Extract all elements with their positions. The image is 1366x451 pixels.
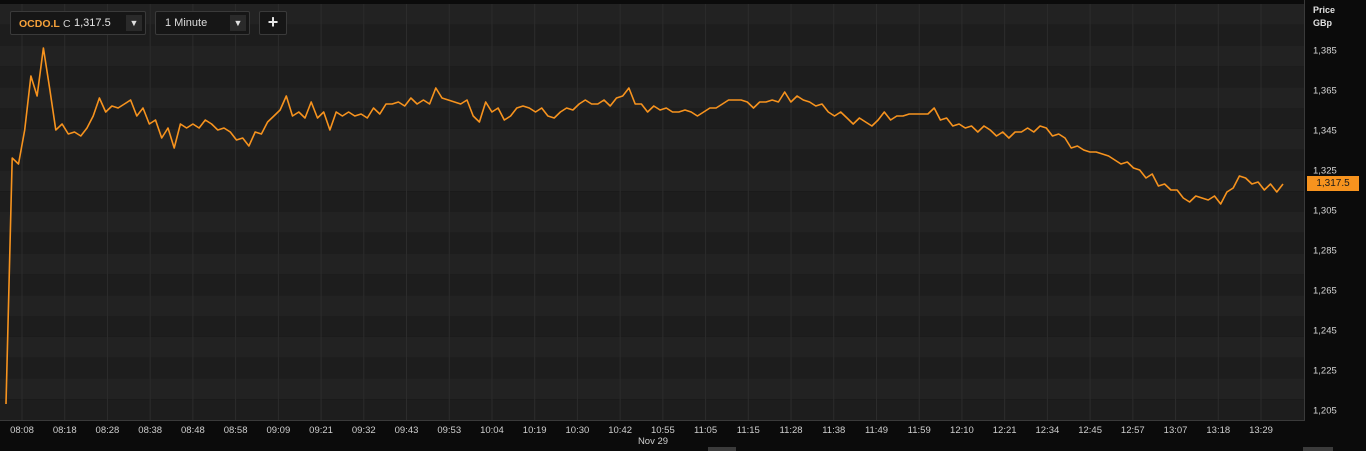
x-tick-label: 10:55 xyxy=(651,425,675,436)
triangle-down-icon[interactable]: ▼ xyxy=(230,15,246,31)
instrument-ric: OCDO.L xyxy=(19,18,60,30)
y-tick-label: 1,265 xyxy=(1313,286,1337,297)
add-series-button[interactable]: + xyxy=(259,11,287,35)
y-unit-label: Price xyxy=(1313,5,1336,15)
triangle-down-icon[interactable]: ▼ xyxy=(126,15,142,31)
y-tick-label: 1,205 xyxy=(1313,406,1337,417)
x-tick-label: 08:08 xyxy=(10,425,34,436)
x-tick-label: 10:30 xyxy=(566,425,590,436)
x-tick-label: 12:10 xyxy=(950,425,974,436)
y-tick-label: 1,245 xyxy=(1313,326,1337,337)
y-tick-label: 1,365 xyxy=(1313,86,1337,97)
x-tick-label: 11:05 xyxy=(694,425,717,436)
chart-band xyxy=(0,399,1305,420)
x-tick-label: 09:43 xyxy=(395,425,419,436)
chart-band xyxy=(0,128,1305,150)
x-tick-label: 09:21 xyxy=(309,425,333,436)
x-tick-label: 09:09 xyxy=(266,425,290,436)
chart-band xyxy=(0,295,1305,316)
y-axis-panel xyxy=(1305,0,1366,451)
x-axis-ticks: 08:08 08:18 08:28 08:38 08:48 08:58 09:09 09:21… xyxy=(10,425,1273,436)
interval-value: 1 Minute xyxy=(165,17,208,29)
chart-band xyxy=(0,191,1305,212)
x-tick-label: 08:38 xyxy=(138,425,162,436)
chart-bands xyxy=(0,4,1305,420)
x-tick-label: 08:18 xyxy=(53,425,77,436)
chart-band xyxy=(0,232,1305,254)
x-tick-label: 10:04 xyxy=(480,425,504,436)
x-tick-label: 08:28 xyxy=(96,425,120,436)
x-tick-label: 13:29 xyxy=(1249,425,1273,436)
x-tick-label: 08:48 xyxy=(181,425,205,436)
chart-band xyxy=(0,66,1305,88)
x-tick-label: 13:18 xyxy=(1206,425,1230,436)
chart-band xyxy=(0,378,1305,400)
y-tick-label: 1,325 xyxy=(1313,166,1337,177)
x-tick-label: 11:38 xyxy=(822,425,845,436)
chart-band xyxy=(0,357,1305,379)
instrument-selector[interactable]: OCDO.L C 1,317.5 ▼ xyxy=(10,11,146,35)
price-chart[interactable]: 1,205 1,225 1,245 1,265 1,285 1,305 1,325 1,345… xyxy=(0,0,1366,451)
x-date-label: Nov 29 xyxy=(638,436,668,447)
chart-band xyxy=(0,149,1305,171)
interval-selector[interactable]: 1 Minute ▼ xyxy=(155,11,250,35)
y-tick-label: 1,225 xyxy=(1313,366,1337,377)
x-tick-label: 12:45 xyxy=(1078,425,1102,436)
chart-band xyxy=(0,212,1305,233)
chart-band xyxy=(0,87,1305,108)
x-tick-label: 10:42 xyxy=(608,425,632,436)
x-tick-label: 08:58 xyxy=(224,425,248,436)
x-tick-label: 12:57 xyxy=(1121,425,1145,436)
y-tick-label: 1,345 xyxy=(1313,126,1337,137)
x-tick-label: 11:15 xyxy=(737,425,760,436)
close-value: 1,317.5 xyxy=(74,17,111,29)
chart-band xyxy=(0,170,1305,192)
chart-band xyxy=(0,336,1305,358)
x-tick-label: 11:49 xyxy=(865,425,888,436)
close-prefix: C xyxy=(63,18,71,30)
x-tick-label: 09:53 xyxy=(437,425,461,436)
chart-band xyxy=(0,253,1305,275)
x-tick-label: 10:19 xyxy=(523,425,547,436)
x-tick-label: 12:21 xyxy=(993,425,1017,436)
x-tick-label: 12:34 xyxy=(1035,425,1059,436)
x-tick-label: 11:59 xyxy=(908,425,931,436)
x-tick-label: 11:28 xyxy=(779,425,802,436)
y-tick-label: 1,305 xyxy=(1313,206,1337,217)
time-scroll-handle[interactable] xyxy=(1303,447,1333,451)
last-price-badge: 1,317.5 xyxy=(1307,176,1359,191)
chart-band xyxy=(0,274,1305,296)
y-unit-currency: GBp xyxy=(1313,18,1332,28)
time-scroll-handle[interactable] xyxy=(708,447,736,451)
x-tick-label: 09:32 xyxy=(352,425,376,436)
y-tick-label: 1,385 xyxy=(1313,46,1337,57)
chart-band xyxy=(0,316,1305,337)
y-tick-label: 1,285 xyxy=(1313,246,1337,257)
x-tick-label: 13:07 xyxy=(1164,425,1188,436)
chart-band xyxy=(0,45,1305,67)
